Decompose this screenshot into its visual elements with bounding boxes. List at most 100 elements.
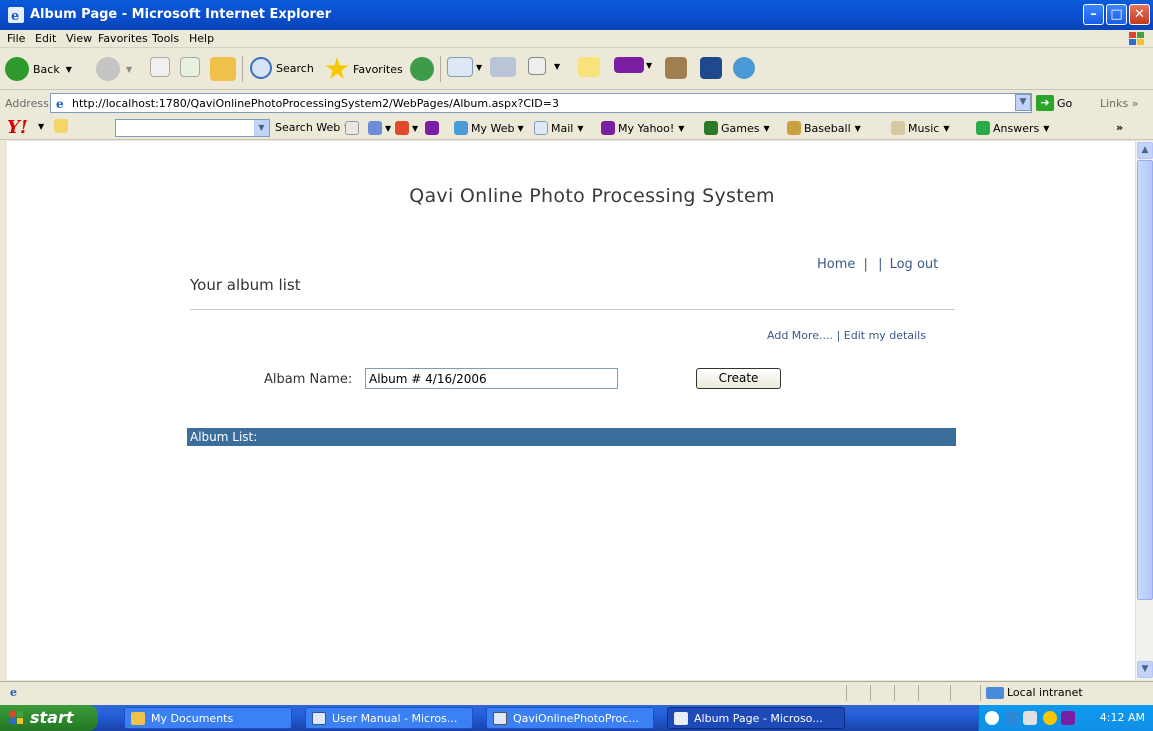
headphones-button[interactable]	[425, 121, 442, 135]
messenger-tray-icon[interactable]	[1043, 711, 1057, 725]
address-dropdown-button[interactable]: ▼	[1015, 94, 1031, 111]
people-icon	[733, 57, 755, 79]
ie-icon	[674, 712, 688, 725]
address-input[interactable]: e http://localhost:1780/QaviOnlinePhotoP…	[50, 93, 1032, 113]
task-my-documents[interactable]: My Documents	[124, 707, 292, 729]
pencil-icon	[54, 119, 68, 133]
edit-button[interactable]: ▼	[528, 57, 560, 75]
window-title: Album Page - Microsoft Internet Explorer	[30, 7, 332, 22]
minimize-button[interactable]: –	[1083, 4, 1104, 25]
answers-link[interactable]: Answers ▼	[976, 121, 1049, 135]
yahoo-logo-icon[interactable]: Y!	[7, 117, 28, 138]
site-title: Qavi Online Photo Processing System	[409, 185, 775, 207]
standard-toolbar: Back ▼ ▼ Search Favorites ▼ ▼ ▼	[0, 48, 1153, 90]
games-link[interactable]: Games ▼	[704, 121, 770, 135]
actions-separator: |	[836, 329, 841, 342]
refresh-icon	[180, 57, 200, 77]
chevron-down-icon[interactable]: ▼	[254, 120, 269, 136]
mail-link[interactable]: Mail ▼	[534, 121, 584, 135]
chevron-down-icon: ▼	[65, 64, 72, 74]
home-link[interactable]: Home	[817, 257, 855, 272]
chevron-down-icon: ▼	[577, 123, 584, 133]
yahoo-search-input[interactable]: ▼	[115, 119, 270, 137]
create-button[interactable]: Create	[696, 368, 781, 389]
go-arrow-icon: ➔	[1036, 95, 1054, 111]
toolbar-separator	[242, 56, 243, 82]
pop-up-blocker-button[interactable]: ▼	[368, 121, 391, 135]
music-link[interactable]: Music ▼	[891, 121, 949, 135]
menu-edit[interactable]: Edit	[35, 32, 56, 45]
chevron-down-icon[interactable]: ▼	[38, 122, 44, 131]
forward-button[interactable]: ▼	[96, 57, 132, 81]
network-icon[interactable]	[1005, 711, 1019, 725]
go-button[interactable]: ➔ Go	[1036, 95, 1072, 111]
stop-icon	[150, 57, 170, 77]
logout-link[interactable]: Log out	[890, 257, 939, 272]
people-button[interactable]	[733, 57, 755, 79]
print-button[interactable]	[490, 57, 516, 77]
chevron-down-icon: ▼	[517, 123, 524, 133]
favorites-button[interactable]: Favorites	[325, 57, 403, 81]
pencil-button[interactable]	[54, 119, 71, 133]
baseball-link[interactable]: Baseball ▼	[787, 121, 861, 135]
research-icon	[665, 57, 687, 79]
vertical-scrollbar[interactable]: ▲ ▼	[1135, 141, 1153, 680]
search-label: Search	[276, 61, 314, 75]
research-button[interactable]	[665, 57, 687, 79]
maximize-button[interactable]: □	[1106, 4, 1127, 25]
scroll-thumb[interactable]	[1137, 160, 1153, 600]
status-bar: e Local intranet	[0, 681, 1153, 703]
yahoo-tray-icon[interactable]	[1061, 711, 1075, 725]
album-name-input[interactable]	[365, 368, 618, 389]
task-visual-studio[interactable]: QaviOnlinePhotoProc...	[486, 707, 654, 729]
search-button[interactable]: Search	[250, 57, 314, 79]
my-web-icon	[454, 121, 468, 135]
my-web-button[interactable]: My Web ▼	[454, 121, 524, 135]
my-yahoo-link[interactable]: My Yahoo! ▼	[601, 121, 684, 135]
close-button[interactable]: ✕	[1129, 4, 1150, 25]
toolbar-overflow-button[interactable]: »	[1116, 121, 1123, 134]
menu-favorites[interactable]: Favorites	[98, 32, 148, 45]
back-label: Back	[33, 62, 60, 76]
task-label: My Documents	[151, 712, 234, 725]
task-album-page[interactable]: Album Page - Microso...	[667, 707, 845, 729]
home-button[interactable]	[210, 57, 236, 81]
edit-icon	[528, 57, 546, 75]
messenger-button[interactable]	[700, 57, 722, 79]
search-icon	[250, 57, 272, 79]
top-nav: Home | | Log out	[817, 257, 938, 272]
scroll-up-button[interactable]: ▲	[1137, 142, 1153, 159]
back-tray-icon[interactable]	[985, 711, 999, 725]
menu-view[interactable]: View	[66, 32, 92, 45]
album-actions: Add More.... | Edit my details	[767, 329, 926, 342]
menu-help[interactable]: Help	[189, 32, 214, 45]
scroll-down-button[interactable]: ▼	[1137, 661, 1153, 678]
menu-tools[interactable]: Tools	[152, 32, 179, 45]
refresh-button[interactable]	[180, 57, 200, 77]
chevron-down-icon: ▼	[943, 123, 950, 133]
windows-logo-icon	[1129, 32, 1144, 45]
start-button[interactable]: start	[0, 705, 98, 731]
security-zone[interactable]: Local intranet	[986, 686, 1083, 699]
yahoo-messenger-button[interactable]: ▼	[614, 57, 652, 73]
edit-details-link[interactable]: Edit my details	[844, 329, 926, 342]
nav-separator: |	[863, 257, 868, 272]
local-intranet-icon	[986, 686, 1004, 699]
album-name-label: Albam Name:	[264, 372, 353, 387]
history-button[interactable]	[410, 57, 434, 81]
volume-icon[interactable]	[1023, 711, 1037, 725]
add-more-link[interactable]: Add More....	[767, 329, 833, 342]
stop-button[interactable]	[150, 57, 170, 77]
mail-button[interactable]: ▼	[447, 57, 482, 77]
anti-spy-button[interactable]: ▼	[395, 121, 418, 135]
search-web-button[interactable]: Search Web▼	[275, 121, 350, 134]
menu-file[interactable]: File	[7, 32, 25, 45]
status-divider	[950, 685, 951, 701]
window-title-bar[interactable]: e Album Page - Microsoft Internet Explor…	[0, 0, 1153, 30]
yahoo-toolbar: Y! ▼ ▼ Search Web▼ ▼ ▼ My Web▼ Mail▼ My …	[0, 116, 1153, 140]
links-label[interactable]: Links »	[1100, 97, 1139, 110]
task-user-manual[interactable]: User Manual - Micros...	[305, 707, 473, 729]
highlight-button[interactable]	[345, 121, 362, 135]
discuss-button[interactable]	[578, 57, 600, 77]
back-button[interactable]: Back ▼	[5, 57, 72, 81]
